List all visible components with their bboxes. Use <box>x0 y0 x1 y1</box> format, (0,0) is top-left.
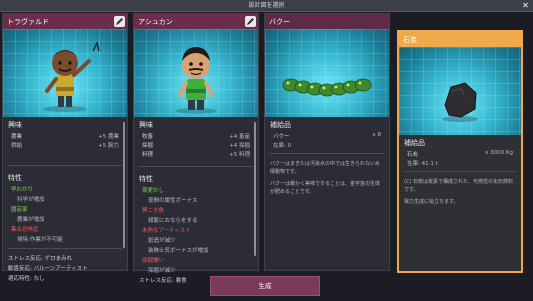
trait-item: 園芸家 <box>11 207 28 213</box>
interest-row: 農業 +5 農業 <box>3 131 127 140</box>
interest-value: +4 採掘 <box>229 143 250 149</box>
divider <box>139 166 253 167</box>
description-text: 電力生成に役立ちます。 <box>404 199 459 205</box>
overjoyed-reaction: 歓喜反応: バルーンアーティスト <box>8 266 88 272</box>
interest-label: 農業 <box>11 134 23 140</box>
trait-item: 集合恐怖症 <box>11 227 39 233</box>
supply-item: 石炭 <box>407 152 419 158</box>
trait-desc: 装飾士気ボーナスが増加 <box>148 248 209 254</box>
trait-desc: 掃除 作業が不可能 <box>17 237 63 243</box>
supply-row: 石炭 x 3000 Kg <box>399 149 521 158</box>
card-header: アシュカン <box>134 14 258 29</box>
interest-value: +5 農業 <box>98 134 119 140</box>
divider <box>404 171 516 172</box>
supply-qty: x 8 <box>372 132 381 138</box>
interest-value: +5 料理 <box>229 152 250 158</box>
card-header: バクー <box>265 14 389 29</box>
scrollbar[interactable] <box>254 122 256 256</box>
stock-amount: 在庫: 0 <box>273 143 292 149</box>
divider <box>8 248 122 249</box>
card-header: 石炭 <box>399 32 521 47</box>
stock-row: 在庫: 0 <box>265 140 389 149</box>
trait-desc: 農業が増加 <box>17 217 45 223</box>
trait-item: 採掘嫌い <box>142 258 165 264</box>
interest-label: 牧畜 <box>142 134 154 140</box>
description-text: バクーはまきたは汚染水の中では生きられない水棲動物です。 <box>270 161 381 175</box>
trait-desc: 夜間の属性ボーナス <box>148 198 198 204</box>
interest-row: 牧畜 +4 畜産 <box>134 131 258 140</box>
close-icon[interactable]: ✕ <box>521 1 530 10</box>
package-name: バクー <box>269 17 290 26</box>
interests-title: 興味 <box>139 121 153 129</box>
supply-qty: x 3000 Kg <box>485 150 513 156</box>
stress-reaction: ストレス反応: ゲロまみれ <box>8 256 73 262</box>
interest-label: 供給 <box>11 143 23 149</box>
duplicant-portrait <box>134 29 258 117</box>
supply-row: バクー x 8 <box>265 131 389 140</box>
trait-desc: 採掘が減少 <box>148 268 176 274</box>
card-header: トラヴァルド <box>3 14 127 29</box>
trait-desc: 科学が増加 <box>17 197 45 203</box>
interest-label: 採掘 <box>142 143 154 149</box>
stock-amount: 在庫: 41.1 t <box>407 161 438 167</box>
package-name: 石炭 <box>403 35 417 44</box>
supply-title: 補給品 <box>270 121 291 129</box>
interest-label: 料理 <box>142 152 154 158</box>
divider <box>8 165 122 166</box>
duplicant-name: トラヴァルド <box>7 17 49 26</box>
stock-row: 在庫: 41.1 t <box>399 158 521 167</box>
supply-item: バクー <box>273 134 290 140</box>
scrollbar[interactable] <box>123 122 125 248</box>
generate-button[interactable]: 生成 <box>210 276 320 296</box>
duplicant-name: アシュカン <box>138 17 173 26</box>
interest-row: 料理 +5 料理 <box>134 149 258 158</box>
description-text: (C) 石炭は炭素で構成された、可燃性の化石燃料です。 <box>404 179 513 193</box>
package-portrait <box>399 47 521 135</box>
interest-value: +4 畜産 <box>229 134 250 140</box>
duplicant-portrait <box>3 29 127 117</box>
trait-item: 罠こき魚 <box>142 208 165 214</box>
edit-name-icon[interactable] <box>245 16 256 27</box>
window-titlebar: 設計図を選択 ✕ <box>0 0 533 12</box>
adaptive-trait: 適応特性: なし <box>8 276 45 282</box>
duplicant-card-1[interactable]: トラヴァルド 興味 農業 +5 農業 供給 +5 腕力 特性 早わかり 科学が増… <box>2 13 128 282</box>
package-portrait <box>265 29 389 117</box>
trait-item: 夜更かし <box>142 188 165 194</box>
window-title: 設計図を選択 <box>248 2 285 9</box>
traits-title: 特性 <box>8 174 22 182</box>
trait-desc: 創造が減少 <box>148 238 176 244</box>
edit-name-icon[interactable] <box>114 16 125 27</box>
divider <box>270 153 384 154</box>
care-package-card-2[interactable]: 石炭 補給品 石炭 x 3000 Kg 在庫: 41.1 t (C) 石炭は炭素… <box>397 30 523 273</box>
supply-title: 補給品 <box>404 139 425 147</box>
care-package-card-1[interactable]: バクー 補給品 バクー x 8 在庫: 0 バクーはまきたは汚染水の中では生きら… <box>264 13 390 271</box>
interest-row: 採掘 +4 採掘 <box>134 140 258 149</box>
trait-item: 早わかり <box>11 187 34 193</box>
duplicant-card-2[interactable]: アシュカン 興味 牧畜 +4 畜産 採掘 +4 採掘 料理 +5 料理 特性 夜… <box>133 13 259 284</box>
description-text: バクーは暖かく美味ですることは、金宇宙の生体が肥めることです。 <box>270 181 381 195</box>
trait-desc: 頻繁におならをする <box>148 218 198 224</box>
interest-value: +5 腕力 <box>98 143 119 149</box>
interest-row: 供給 +5 腕力 <box>3 140 127 149</box>
interests-title: 興味 <box>8 121 22 129</box>
traits-title: 特性 <box>139 175 153 183</box>
trait-item: 未熟なアーティスト <box>142 228 191 234</box>
